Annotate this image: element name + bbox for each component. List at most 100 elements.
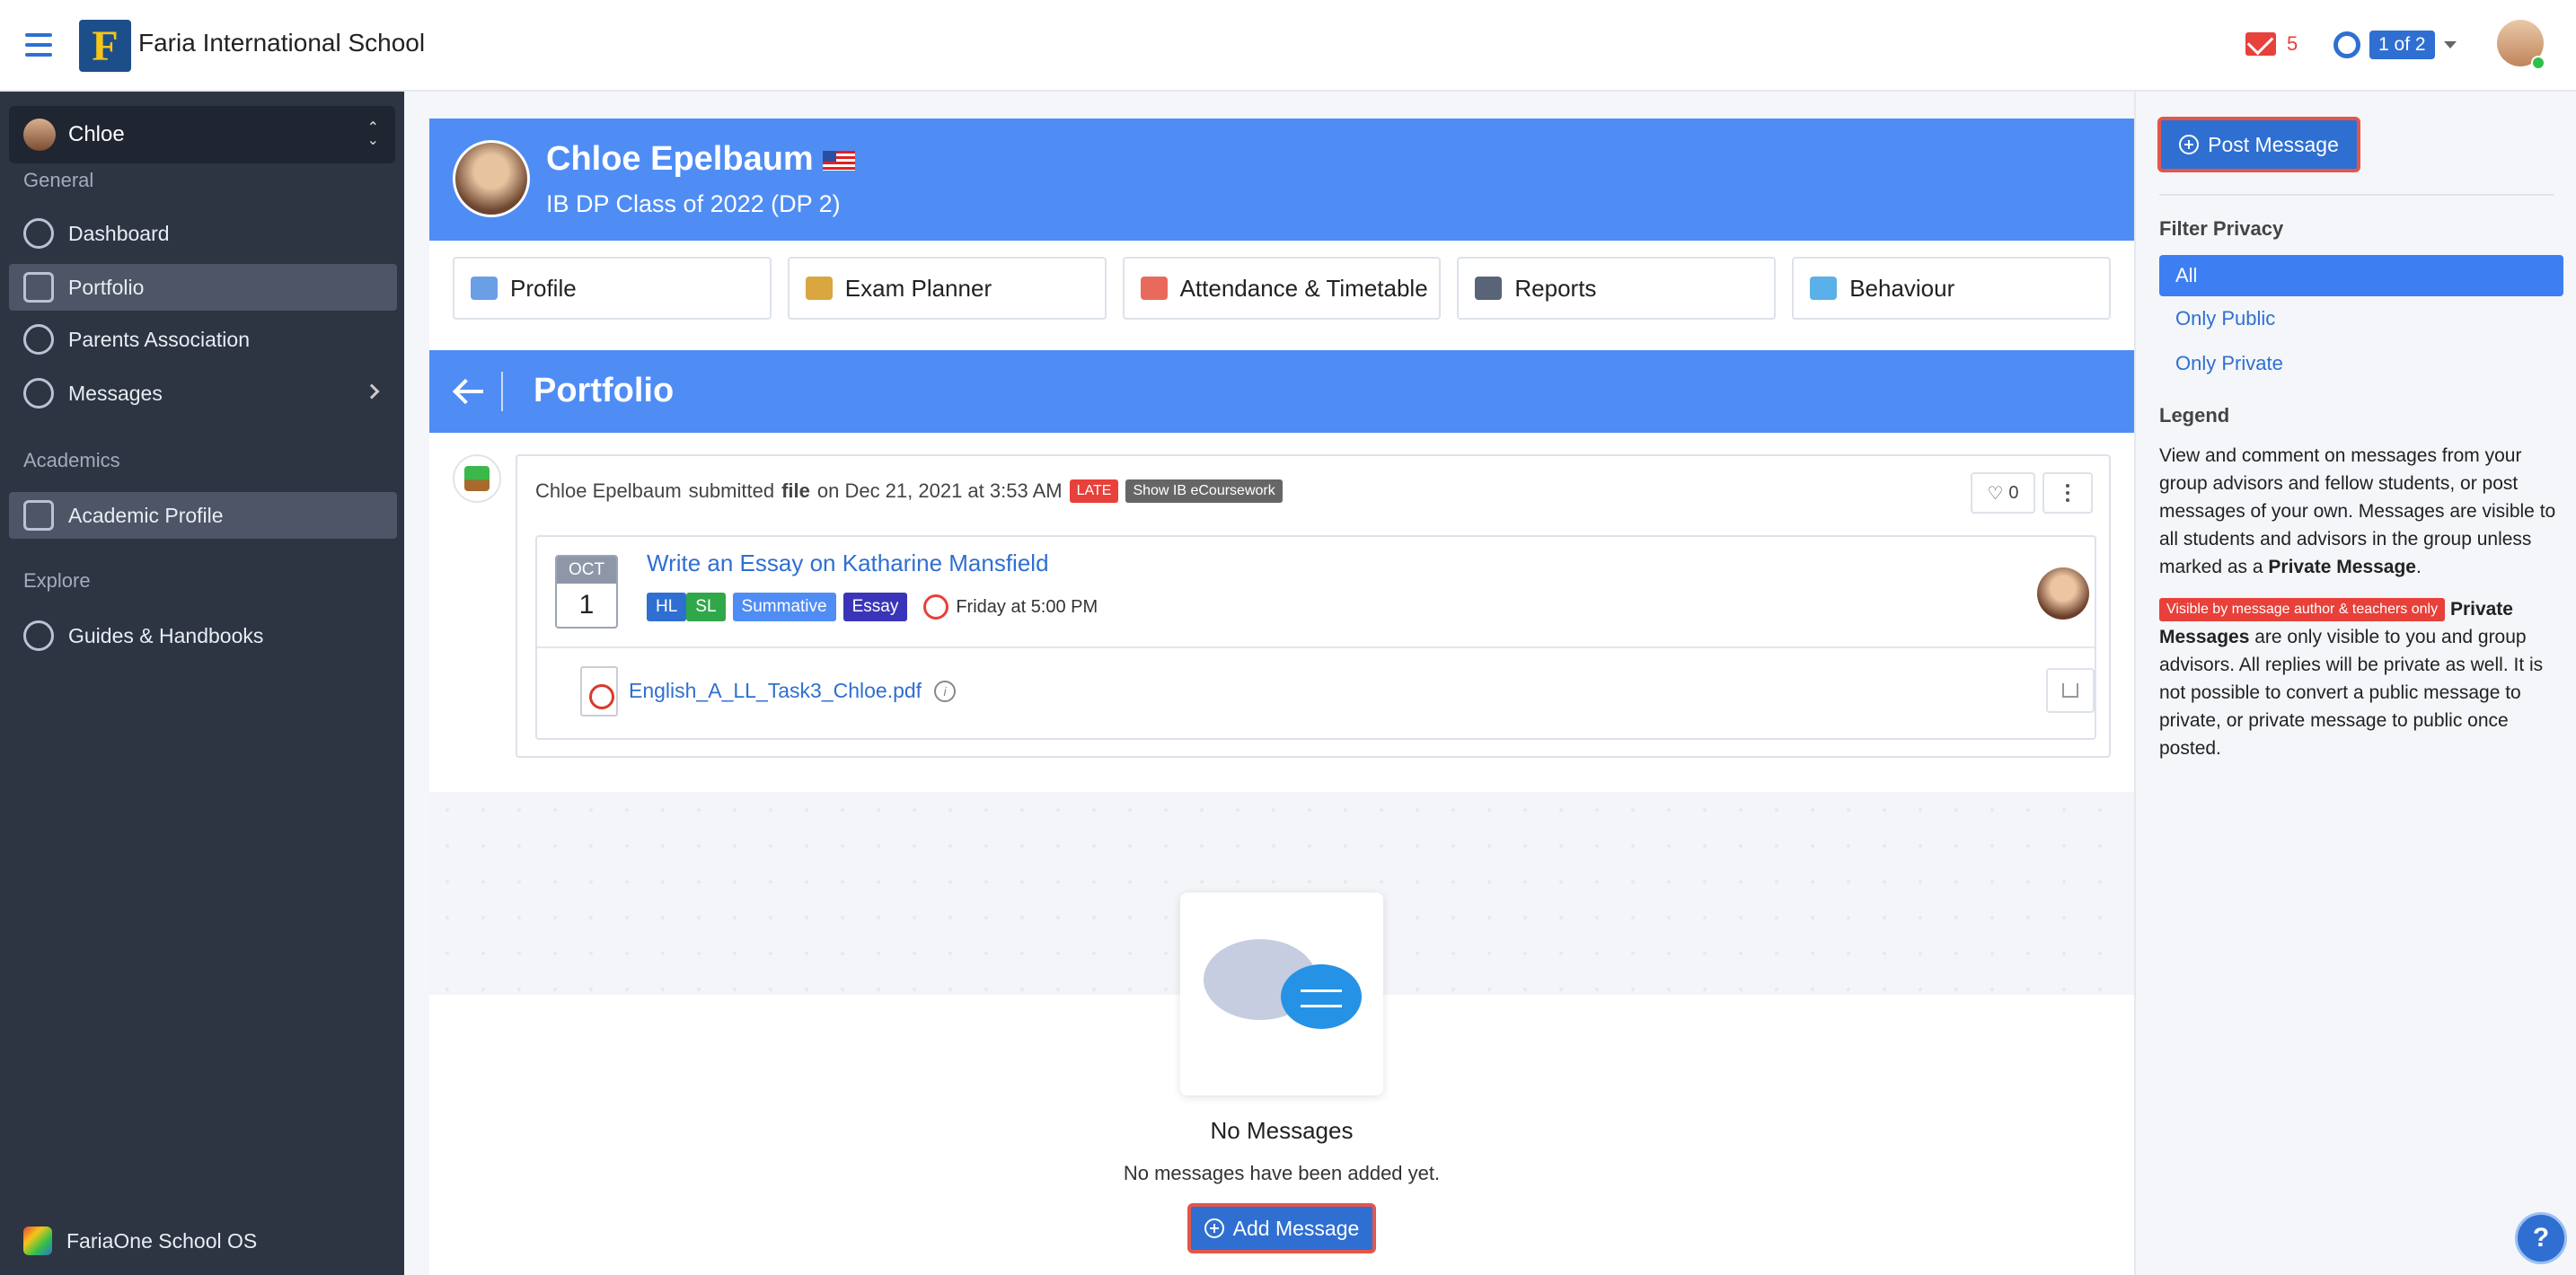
button-label: Add Message <box>1232 1216 1360 1240</box>
tab-label: Attendance & Timetable <box>1179 274 1428 302</box>
sidebar-item-parents-association[interactable]: Parents Association <box>9 316 397 363</box>
student-avatar <box>23 119 56 151</box>
logo-letter: F <box>92 22 119 70</box>
date-day: 1 <box>578 590 595 620</box>
file-link[interactable]: English_A_LL_Task3_Chloe.pdf <box>629 679 922 703</box>
tab-label: Profile <box>510 274 577 302</box>
sidebar-item-academic-profile[interactable]: Academic Profile <box>9 492 397 539</box>
download-button[interactable] <box>2046 668 2095 713</box>
divider <box>2159 194 2554 196</box>
student-selector[interactable]: Chloe ⌃ ⌄ <box>9 106 395 163</box>
dashboard-icon <box>23 218 54 249</box>
people-icon <box>23 324 54 355</box>
filter-only-private[interactable]: Only Private <box>2159 343 2563 384</box>
private-visibility-badge: Visible by message author & teachers onl… <box>2159 598 2446 622</box>
heart-icon: ♡ <box>1987 483 2004 504</box>
date-tile: OCT 1 <box>555 555 618 629</box>
tab-label: Exam Planner <box>844 274 992 302</box>
page-title: Portfolio <box>534 372 675 409</box>
profile-banner: Chloe Epelbaum IB DP Class of 2022 (DP 2… <box>429 119 2134 241</box>
right-panel: Post Message Filter Privacy All Only Pub… <box>2134 92 2576 1275</box>
sidebar-item-label: Guides & Handbooks <box>68 623 264 647</box>
help-button[interactable]: ? <box>2515 1212 2567 1264</box>
entry-action: submitted <box>688 479 775 502</box>
chevron-down-icon <box>2443 41 2457 48</box>
empty-state-illustration <box>1180 892 1383 1095</box>
tab-profile[interactable]: Profile <box>453 257 772 320</box>
sidebar-item-guides[interactable]: Guides & Handbooks <box>9 612 397 659</box>
more-options-button[interactable] <box>2042 472 2093 514</box>
info-icon[interactable]: i <box>934 681 956 702</box>
profile-icon <box>471 277 498 300</box>
pager-badge: 1 of 2 <box>2369 31 2435 59</box>
empty-state-subtitle: No messages have been added yet. <box>1123 1162 1441 1184</box>
report-book-icon <box>1475 277 1503 300</box>
button-label: Post Message <box>2208 132 2339 156</box>
mail-button[interactable]: 5 <box>2245 32 2298 56</box>
top-bar: F Faria International School 5 1 of 2 <box>0 0 2576 92</box>
chevron-right-icon <box>364 383 380 400</box>
fariaone-link[interactable]: FariaOne School OS <box>9 1218 397 1264</box>
sidebar-item-label: Dashboard <box>68 221 170 245</box>
due-date: Friday at 5:00 PM <box>956 596 1098 617</box>
like-count: 0 <box>2008 482 2019 503</box>
portfolio-header: Portfolio <box>429 350 2134 433</box>
tab-label: Behaviour <box>1849 274 1955 302</box>
post-message-button[interactable]: Post Message <box>2157 117 2360 172</box>
filter-privacy-heading: Filter Privacy <box>2159 217 2284 240</box>
task-tags: HL SL Summative Essay Friday at 5:00 PM <box>647 593 1098 621</box>
main-content: Chloe Epelbaum IB DP Class of 2022 (DP 2… <box>429 119 2134 1275</box>
divider <box>501 372 503 411</box>
updown-chevron-icon: ⌃ ⌄ <box>366 120 379 148</box>
school-name[interactable]: Faria International School <box>138 29 425 57</box>
menu-icon[interactable] <box>25 33 52 57</box>
back-arrow-icon[interactable] <box>453 377 485 406</box>
divider <box>537 646 2095 648</box>
like-button[interactable]: ♡ 0 <box>1971 472 2035 514</box>
tag-sl: SL <box>686 593 726 621</box>
sidebar-item-label: Parents Association <box>68 327 251 351</box>
legend-text-bold: Private Message <box>2268 557 2416 577</box>
teacher-avatar[interactable] <box>2037 567 2089 620</box>
sidebar-item-messages[interactable]: Messages <box>9 370 397 417</box>
filter-only-public[interactable]: Only Public <box>2159 298 2563 339</box>
sidebar: Chloe ⌃ ⌄ General Dashboard Portfolio Par… <box>0 92 404 1275</box>
legend-text-part: . <box>2416 557 2422 577</box>
alarm-clock-icon <box>923 594 949 620</box>
document-icon <box>23 500 54 531</box>
sidebar-item-dashboard[interactable]: Dashboard <box>9 210 397 257</box>
calendar-icon <box>1140 277 1168 300</box>
sidebar-item-label: Academic Profile <box>68 503 224 527</box>
legend-text: View and comment on messages from your g… <box>2159 442 2558 762</box>
add-message-button[interactable]: Add Message <box>1187 1203 1376 1253</box>
tab-exam-planner[interactable]: Exam Planner <box>787 257 1107 320</box>
tag-summative: Summative <box>732 593 836 621</box>
entry-type: file <box>781 479 810 502</box>
us-flag-icon <box>822 150 855 171</box>
plus-circle-icon <box>2179 135 2200 154</box>
filter-all[interactable]: All <box>2159 255 2563 296</box>
entry-header: Chloe Epelbaum submitted file on Dec 21,… <box>535 479 1283 503</box>
help-pager[interactable]: 1 of 2 <box>2333 31 2457 59</box>
tag-hl: HL <box>647 593 687 621</box>
tab-label: Reports <box>1514 274 1597 302</box>
portfolio-entry-card: Chloe Epelbaum submitted file on Dec 21,… <box>516 454 2111 758</box>
tab-behaviour[interactable]: Behaviour <box>1792 257 2111 320</box>
tag-essay: Essay <box>842 593 908 621</box>
entry-date: on Dec 21, 2021 at 3:53 AM <box>816 479 1063 502</box>
task-title-link[interactable]: Write an Essay on Katharine Mansfield <box>647 550 1049 577</box>
mail-count: 5 <box>2287 32 2298 55</box>
section-general: General <box>23 169 94 191</box>
plus-circle-icon <box>1204 1218 1224 1238</box>
sidebar-item-portfolio[interactable]: Portfolio <box>9 264 397 311</box>
section-explore: Explore <box>23 569 91 592</box>
entry-author: Chloe Epelbaum <box>535 479 682 502</box>
section-academics: Academics <box>23 449 120 471</box>
ib-ecoursework-badge[interactable]: Show IB eCoursework <box>1125 479 1283 503</box>
pdf-file-icon <box>580 666 618 717</box>
tab-attendance[interactable]: Attendance & Timetable <box>1122 257 1442 320</box>
guides-icon <box>23 620 54 651</box>
school-logo[interactable]: F <box>79 20 131 72</box>
profile-name: Chloe Epelbaum <box>546 140 855 179</box>
tab-reports[interactable]: Reports <box>1457 257 1777 320</box>
